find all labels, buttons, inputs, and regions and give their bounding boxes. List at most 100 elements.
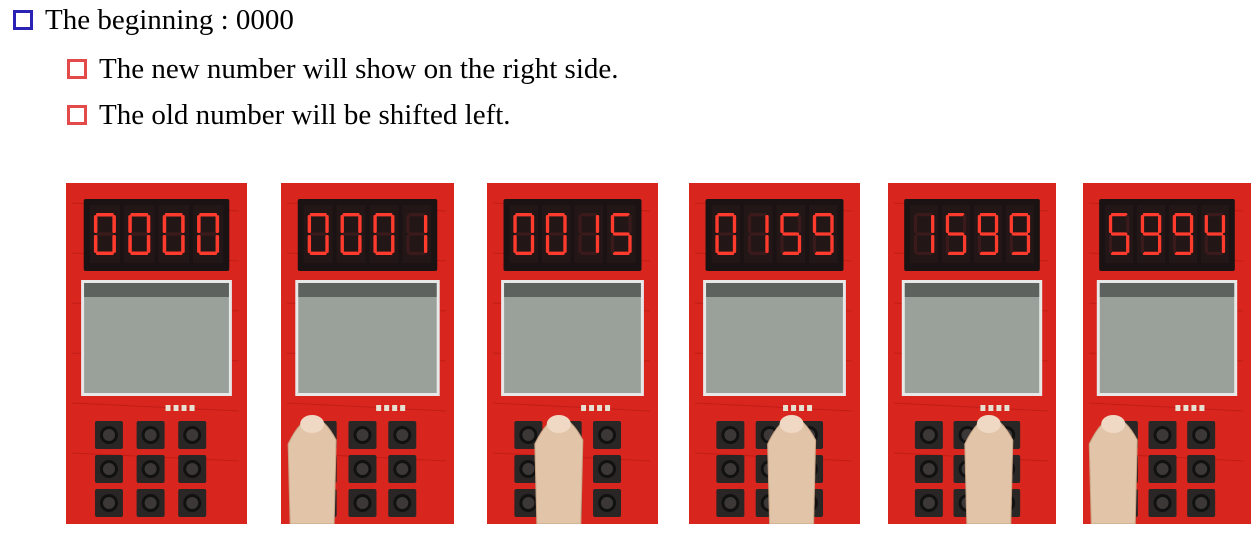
header-pin	[173, 405, 179, 411]
checkbox-bullet-icon	[67, 59, 87, 79]
segment	[1204, 234, 1208, 254]
segment	[307, 235, 312, 253]
segment	[406, 215, 410, 233]
bullet-beginning: The beginning : 0000	[13, 3, 294, 37]
board-photo-6	[1083, 183, 1251, 524]
segment	[164, 213, 183, 217]
segment	[994, 214, 999, 234]
header-pin	[597, 405, 603, 411]
lcd-header	[904, 283, 1040, 297]
segment	[931, 214, 935, 234]
segment	[375, 232, 393, 236]
segment	[112, 215, 116, 233]
segment	[812, 214, 817, 234]
segment	[1011, 213, 1029, 217]
lcd-header	[504, 283, 641, 297]
segment	[782, 213, 800, 217]
segment	[595, 234, 600, 254]
lcd-header	[84, 283, 229, 297]
header-pin	[384, 405, 390, 411]
segment	[814, 213, 832, 217]
segment	[915, 232, 933, 236]
segment	[130, 213, 149, 217]
segment	[1157, 214, 1162, 234]
segment	[342, 232, 360, 236]
header-pin	[589, 405, 595, 411]
segment	[1110, 232, 1128, 236]
segment	[612, 213, 630, 217]
segment	[199, 232, 217, 236]
segment	[112, 235, 116, 253]
segment	[1011, 232, 1029, 236]
segment	[812, 234, 817, 254]
header-pin	[980, 405, 986, 411]
header-pin	[400, 405, 406, 411]
fingernail	[300, 415, 325, 433]
lcd-screen	[1099, 283, 1235, 393]
lcd-header	[1099, 283, 1235, 297]
segment	[814, 251, 832, 255]
segment	[947, 232, 965, 236]
segment	[797, 234, 802, 254]
key-center	[1195, 429, 1208, 441]
segment	[215, 235, 220, 253]
segment	[375, 251, 393, 255]
segment	[515, 213, 533, 217]
segment	[578, 214, 582, 234]
segment	[780, 214, 784, 234]
segment	[408, 213, 426, 217]
checkbox-bullet-icon	[13, 10, 33, 30]
segment	[96, 213, 114, 217]
key-center	[1156, 463, 1169, 475]
key-center	[601, 429, 614, 441]
segment	[146, 215, 151, 233]
fingernail	[779, 415, 804, 433]
segment	[715, 214, 719, 234]
segment	[977, 214, 982, 234]
header-pin	[988, 405, 994, 411]
segment	[717, 232, 735, 236]
segment	[309, 251, 327, 255]
segment	[408, 232, 426, 236]
board-photo-4	[689, 183, 860, 524]
segment	[715, 234, 719, 254]
segment	[547, 251, 565, 255]
key-center	[186, 497, 199, 509]
segment	[1142, 213, 1160, 217]
segment	[547, 213, 565, 217]
bullet-text: The beginning : 0000	[45, 4, 294, 36]
segment	[1026, 234, 1031, 254]
segment	[93, 215, 98, 233]
segment	[765, 214, 769, 234]
key-center	[522, 429, 535, 441]
key-center	[922, 429, 935, 441]
segment	[1009, 214, 1013, 234]
finger	[1088, 417, 1138, 524]
segment	[1026, 214, 1031, 234]
segment	[1204, 214, 1208, 234]
bullet-text: The old number will be shifted left.	[99, 99, 511, 131]
segment	[1011, 251, 1029, 255]
segment	[358, 215, 362, 233]
header-pin	[392, 405, 398, 411]
segment	[747, 234, 752, 254]
segment	[563, 214, 567, 234]
header-pin	[996, 405, 1002, 411]
segment	[780, 234, 784, 254]
segment	[1174, 251, 1192, 255]
segment	[340, 215, 344, 233]
header-pin	[581, 405, 587, 411]
key-center	[601, 497, 614, 509]
key-center	[922, 497, 935, 509]
segment	[931, 234, 935, 254]
segment	[373, 215, 377, 233]
segment	[717, 213, 735, 217]
segment	[962, 234, 967, 254]
segment	[979, 251, 997, 255]
segment	[913, 234, 918, 254]
segment	[979, 213, 997, 217]
segment	[947, 251, 965, 255]
segment	[580, 232, 598, 236]
board-illustration	[1083, 183, 1251, 524]
segment	[915, 251, 933, 255]
